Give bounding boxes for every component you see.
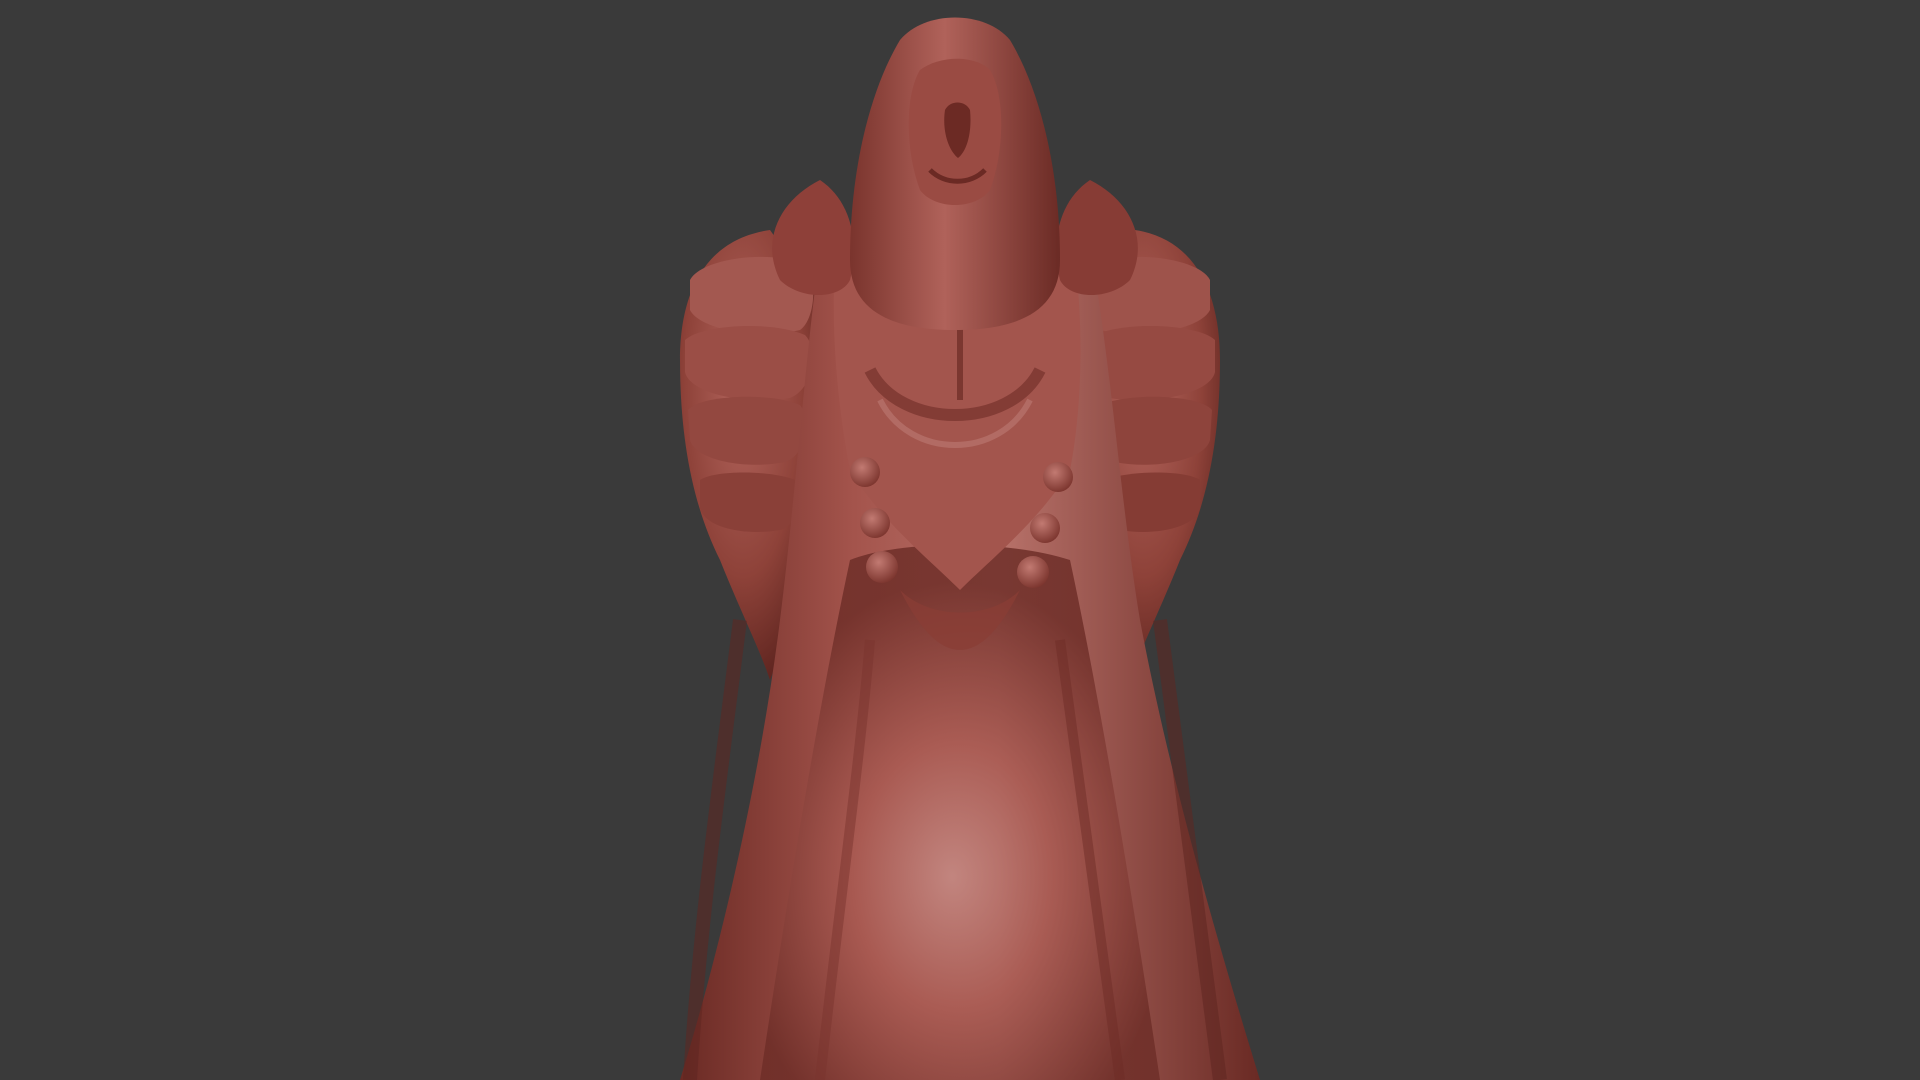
- 3d-viewport[interactable]: [0, 0, 1920, 1080]
- sculpted-robed-figure[interactable]: [0, 0, 1920, 1080]
- hooded-head: [850, 17, 1060, 330]
